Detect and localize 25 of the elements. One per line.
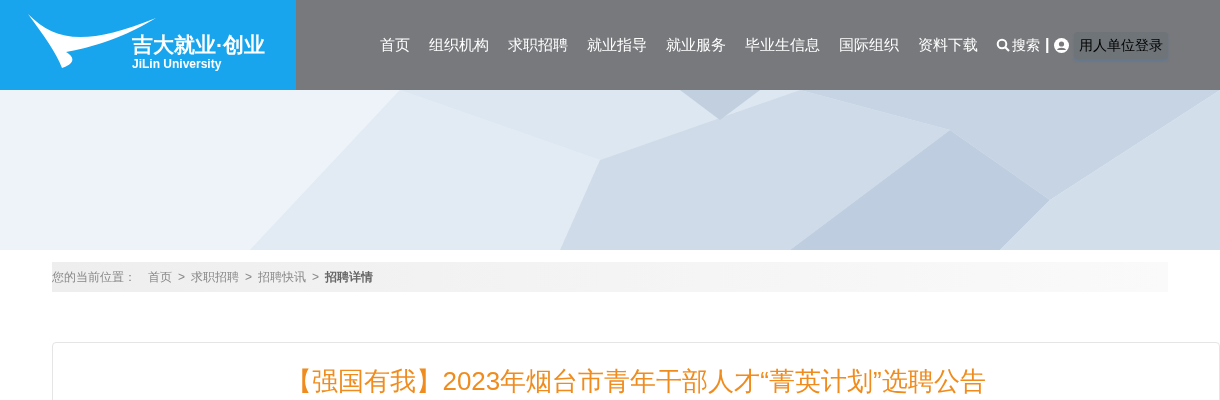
logo-title: 吉大就业·创业 [132,34,265,55]
search-link[interactable]: 搜索 [996,34,1040,56]
divider: | [1045,35,1050,55]
nav-link[interactable]: 毕业生信息 [745,33,820,57]
breadcrumb-link[interactable]: 首页 [148,268,172,286]
breadcrumb-link[interactable]: 招聘快讯 [258,268,307,286]
breadcrumb-link[interactable]: 招聘详情 [325,268,374,286]
login-button[interactable]: 用人单位登录 [1074,31,1169,59]
nav-link[interactable]: 首页 [380,33,410,57]
nav-link[interactable]: 资料下载 [918,33,978,57]
article-title: 【强国有我】2023年烟台市青年干部人才“菁英计划”选聘公告 [286,365,986,398]
breadcrumb-separator: > [178,269,185,286]
nav-link[interactable]: 就业服务 [666,33,726,57]
breadcrumb-link[interactable]: 求职招聘 [191,268,239,286]
nav-link[interactable]: 就业指导 [587,33,647,57]
breadcrumb-label: 您的当前位置： [52,269,136,286]
nav-link[interactable]: 组织机构 [429,33,489,57]
logo-subtitle: JiLin University [132,58,222,70]
search-icon [996,38,1010,52]
breadcrumb-separator: > [312,269,320,286]
nav-link[interactable]: 求职招聘 [508,33,568,57]
user-icon [1054,37,1070,53]
nav-link[interactable]: 国际组织 [839,33,899,57]
logo[interactable]: 吉大就业·创业 JiLin University [0,0,296,90]
breadcrumb-separator: > [245,269,253,286]
